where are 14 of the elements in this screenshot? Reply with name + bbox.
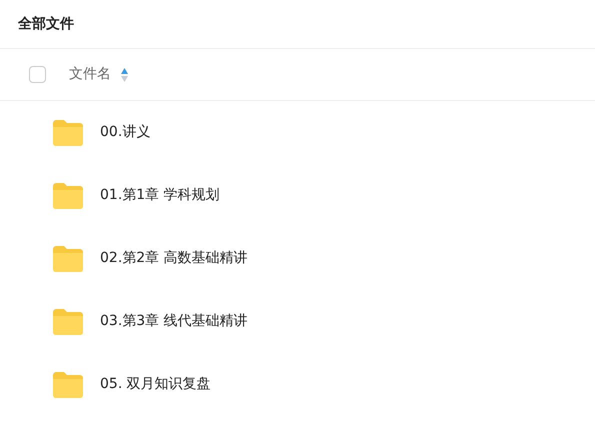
folder-name[interactable]: 00.讲义 (100, 122, 150, 143)
folder-icon[interactable] (53, 182, 83, 208)
column-header[interactable]: 文件名 (69, 64, 111, 85)
select-all-checkbox[interactable] (29, 66, 46, 83)
folder-icon[interactable] (53, 246, 83, 272)
folder-name[interactable]: 01.第1章 学科规划 (100, 185, 220, 206)
folder-name[interactable]: 03.第3章 线代基础精讲 (100, 311, 248, 332)
folder-icon[interactable] (53, 372, 83, 398)
page-title: 全部文件 (0, 0, 595, 49)
folder-name[interactable]: 02.第2章 高数基础精讲 (100, 248, 248, 269)
folder-icon[interactable] (53, 308, 83, 334)
sort-icon[interactable] (121, 68, 128, 82)
folder-name[interactable]: 05. 双月知识复盘 (100, 374, 211, 395)
folder-icon[interactable] (53, 120, 83, 146)
